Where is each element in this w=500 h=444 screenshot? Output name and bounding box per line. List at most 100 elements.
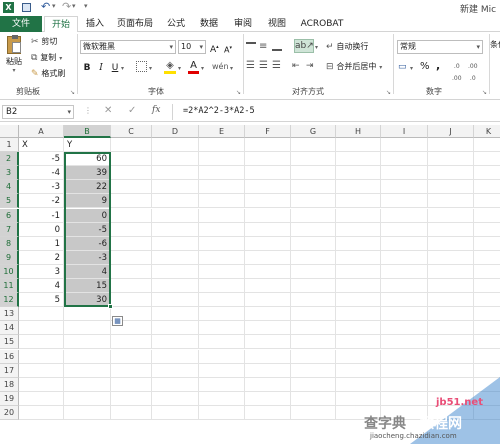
cell-x-value[interactable]: 4 [19, 279, 64, 293]
cell[interactable] [199, 194, 245, 209]
orientation-icon[interactable]: ab↗ [294, 39, 314, 53]
cell[interactable] [245, 377, 291, 392]
accounting-dropdown-icon[interactable]: ▾ [410, 63, 413, 75]
cell[interactable] [381, 321, 428, 336]
cell[interactable] [428, 264, 474, 279]
cell[interactable] [474, 209, 500, 223]
cell[interactable] [19, 363, 64, 378]
cell[interactable] [336, 321, 381, 336]
cell[interactable] [474, 293, 500, 308]
clipboard-launcher-icon[interactable]: ↘ [70, 89, 75, 96]
cell[interactable] [428, 363, 474, 378]
cell[interactable] [381, 293, 428, 308]
cell[interactable] [152, 222, 199, 237]
column-header-d[interactable]: D [152, 125, 199, 138]
cell[interactable] [336, 180, 381, 195]
cell[interactable] [336, 208, 381, 223]
cell[interactable] [199, 208, 245, 223]
cell[interactable] [381, 363, 428, 378]
undo-icon[interactable]: ↶ [41, 0, 50, 13]
quick-analysis-icon[interactable]: ▦ [112, 316, 123, 326]
cell[interactable] [152, 293, 199, 308]
cell[interactable] [381, 236, 428, 251]
cell[interactable] [245, 250, 291, 265]
font-name-combo[interactable]: 微软雅黑 ▾ [80, 40, 176, 54]
cell[interactable] [381, 335, 428, 350]
italic-button[interactable]: I [96, 62, 106, 74]
cell[interactable] [245, 152, 291, 167]
name-box[interactable]: B2 ▾ [2, 105, 74, 119]
cell[interactable] [381, 208, 428, 223]
cell[interactable] [111, 335, 152, 350]
cell[interactable] [336, 377, 381, 392]
cell[interactable] [291, 405, 336, 420]
cell[interactable] [291, 279, 336, 293]
cell[interactable] [428, 166, 474, 181]
redo-dropdown-icon[interactable]: ▾ [72, 2, 76, 10]
cell-x-value[interactable]: -3 [19, 180, 64, 195]
cell[interactable] [291, 236, 336, 251]
font-color-dropdown-icon[interactable]: ▾ [201, 63, 204, 75]
cell[interactable] [245, 138, 291, 152]
alignment-launcher-icon[interactable]: ↘ [386, 89, 391, 96]
fill-color-icon[interactable]: ◈ [164, 60, 176, 74]
cell[interactable] [152, 250, 199, 265]
cell[interactable] [111, 391, 152, 406]
cell[interactable] [199, 264, 245, 279]
cell[interactable] [152, 307, 199, 322]
cell[interactable] [64, 307, 111, 322]
tab-page-layout[interactable]: 页面布局 [112, 16, 158, 32]
column-header-j[interactable]: J [428, 125, 474, 138]
cell[interactable] [199, 391, 245, 406]
percent-button[interactable]: % [420, 61, 430, 73]
tab-data[interactable]: 数据 [194, 16, 224, 32]
cell[interactable] [336, 349, 381, 364]
row-header-3[interactable]: 3 [0, 166, 19, 181]
cell[interactable] [19, 391, 64, 406]
cell[interactable] [245, 349, 291, 364]
font-color-icon[interactable]: A [188, 60, 199, 74]
cell[interactable] [428, 349, 474, 364]
cell[interactable] [245, 363, 291, 378]
row-header-10[interactable]: 10 [0, 264, 19, 279]
cell[interactable] [199, 363, 245, 378]
cell[interactable] [291, 264, 336, 279]
cell[interactable] [199, 180, 245, 195]
column-header-k[interactable]: K [474, 125, 500, 138]
cell[interactable] [64, 391, 111, 406]
cell[interactable] [381, 222, 428, 237]
column-header-i[interactable]: I [381, 125, 428, 138]
cell-b1[interactable]: Y [64, 138, 111, 152]
phonetic-dropdown-icon[interactable]: ▾ [230, 63, 233, 75]
decrease-indent-icon[interactable]: ⇤ [292, 60, 300, 72]
cell[interactable] [111, 222, 152, 237]
tab-home[interactable]: 开始 [44, 16, 78, 33]
cell[interactable] [19, 335, 64, 350]
cell[interactable] [152, 405, 199, 420]
row-header-14[interactable]: 14 [0, 321, 19, 336]
cell[interactable] [428, 405, 474, 420]
row-header-6[interactable]: 6 [0, 208, 19, 223]
cell[interactable] [111, 166, 152, 181]
cell-x-value[interactable]: -5 [19, 152, 64, 167]
cell[interactable] [381, 405, 428, 420]
cell[interactable] [381, 377, 428, 392]
cell[interactable] [291, 194, 336, 209]
cell[interactable] [381, 250, 428, 265]
cell[interactable] [199, 279, 245, 293]
cell[interactable] [152, 236, 199, 251]
row-header-13[interactable]: 13 [0, 307, 19, 322]
format-painter-button[interactable]: ✎ 格式刷 [31, 68, 65, 80]
cell[interactable] [428, 335, 474, 350]
formula-input[interactable]: =2*A2^2-3*A2-5 [183, 106, 255, 116]
number-format-combo[interactable]: 常规 ▾ [397, 40, 483, 54]
cell[interactable] [336, 152, 381, 167]
cell[interactable] [111, 377, 152, 392]
paste-button[interactable]: 粘贴 ▾ [3, 35, 25, 76]
cell[interactable] [381, 138, 428, 152]
cell[interactable] [336, 250, 381, 265]
cell[interactable] [474, 138, 500, 152]
cell[interactable] [381, 194, 428, 209]
tab-view[interactable]: 视图 [262, 16, 292, 32]
cell-a1[interactable]: X [19, 138, 64, 152]
